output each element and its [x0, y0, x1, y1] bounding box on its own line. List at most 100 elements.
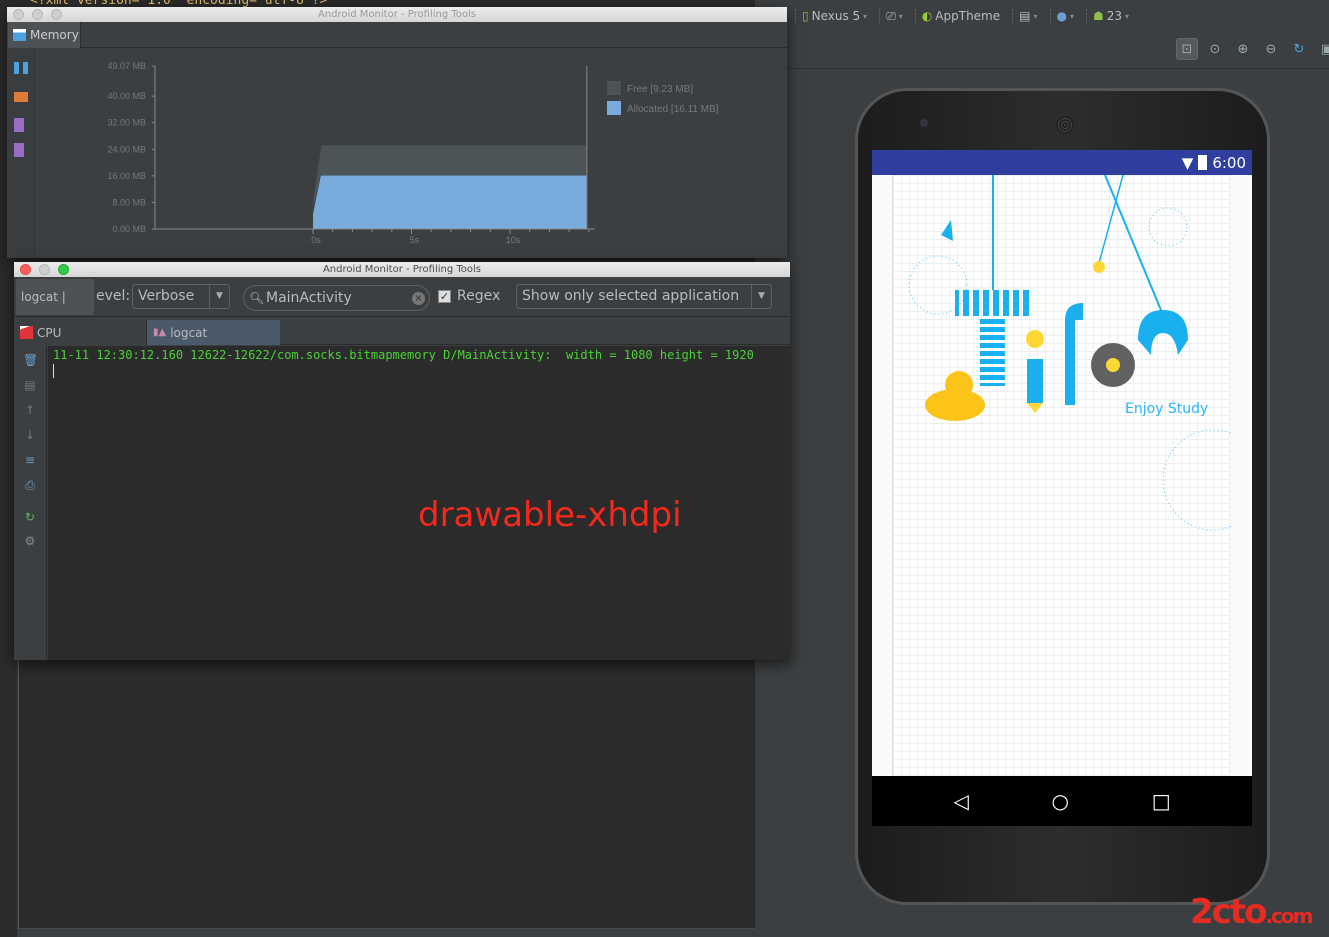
- x-tick-label: 10s: [506, 235, 521, 245]
- window-titlebar[interactable]: Android Monitor - Profiling Tools: [14, 262, 790, 277]
- wifi-icon: ▼: [1181, 153, 1194, 172]
- tab-label: CPU: [37, 325, 62, 340]
- filter-select[interactable]: Show only selected application ▼: [516, 284, 772, 309]
- chevron-down-icon: ▼: [751, 285, 771, 308]
- log-level-value: Verbose: [138, 288, 195, 304]
- allocated-area: [313, 175, 587, 229]
- logcat-window: Android Monitor - Profiling Tools logcat…: [14, 262, 790, 660]
- splash-image: Enjoy Study: [892, 175, 1231, 776]
- close-button[interactable]: [13, 9, 24, 20]
- screenshot-icon[interactable]: ▣: [1316, 38, 1329, 60]
- device-icon: ▯: [802, 9, 809, 23]
- minimize-button[interactable]: [39, 264, 50, 275]
- refresh-icon[interactable]: ↻: [1288, 38, 1310, 60]
- logcat-toolbar: 🗑︎ ▤ ↑ ↓ ≡ ⎙ ↻ ⚙: [14, 346, 47, 660]
- legend-swatch-allocated: [607, 101, 621, 115]
- search-input[interactable]: 🔍︎ MainActivity ×: [243, 285, 430, 311]
- log-level-label: evel:: [96, 288, 131, 304]
- x-tick-label: 5s: [410, 235, 420, 245]
- status-bar: ▼ 6:00: [872, 150, 1252, 175]
- back-icon[interactable]: ◁: [953, 789, 968, 813]
- checkbox-checked-icon: ✓: [438, 289, 451, 303]
- y-tick-label: 40.00 MB: [107, 91, 146, 101]
- gc-icon[interactable]: [14, 92, 28, 102]
- y-tick-label: 0.00 MB: [112, 224, 146, 234]
- watermark-logo: 2cto.com: [1190, 892, 1313, 932]
- scroll-to-end-icon[interactable]: ▤: [23, 379, 37, 391]
- logcat-icon: ▮▲: [153, 327, 167, 338]
- android-icon: ☗: [1093, 9, 1104, 23]
- arrow-up-icon[interactable]: ↑: [23, 404, 37, 416]
- log-level-select[interactable]: Verbose ▼: [132, 284, 230, 309]
- logcat-cpu-toggle[interactable]: logcat | CPU: [16, 279, 94, 340]
- text-cursor: [53, 364, 54, 378]
- chevron-down-icon: ▾: [863, 11, 868, 21]
- activity-selector[interactable]: ▤ ▾: [1012, 9, 1043, 23]
- chevron-down-icon: ▾: [1125, 11, 1130, 21]
- api-level-label: 23: [1106, 9, 1123, 23]
- tifen-logo-illustration: [908, 175, 1231, 531]
- battery-icon: [1198, 155, 1208, 170]
- zoom-button[interactable]: [51, 9, 62, 20]
- restart-icon[interactable]: ↻: [23, 511, 37, 523]
- x-tick-label: 0s: [311, 235, 321, 245]
- tab-logcat[interactable]: ▮▲ logcat: [147, 320, 280, 345]
- window-titlebar[interactable]: Android Monitor - Profiling Tools: [7, 7, 787, 22]
- y-tick-label: 8.00 MB: [112, 197, 146, 207]
- zoom-to-fit-icon[interactable]: ⊡: [1176, 38, 1198, 60]
- window-title: Android Monitor - Profiling Tools: [317, 9, 477, 20]
- tab-label: logcat: [170, 325, 208, 340]
- theme-icon: ◐: [921, 9, 933, 23]
- search-icon: 🔍︎: [249, 291, 265, 305]
- activity-icon: ▤: [1019, 9, 1031, 23]
- tab-memory[interactable]: Memory: [8, 22, 81, 48]
- home-icon[interactable]: ○: [1052, 789, 1069, 813]
- tab-cpu[interactable]: CPU: [14, 320, 147, 345]
- orientation-selector[interactable]: ⎚ ▾: [879, 8, 909, 24]
- toolbar-divider: [755, 68, 1329, 69]
- arrow-down-icon[interactable]: ↓: [23, 429, 37, 441]
- memory-monitor-window: Android Monitor - Profiling Tools Memory…: [7, 7, 787, 258]
- theme-label: AppTheme: [935, 9, 1001, 23]
- y-tick-label: 32.00 MB: [107, 118, 146, 128]
- soft-wrap-icon[interactable]: ≡: [23, 454, 37, 466]
- clock: 6:00: [1212, 153, 1246, 172]
- minimize-button[interactable]: [32, 9, 43, 20]
- speaker-grille: [1056, 116, 1074, 134]
- log-line: 11-11 12:30:12.160 12622-12622/com.socks…: [53, 348, 754, 362]
- locale-selector[interactable]: ● ▾: [1049, 9, 1081, 23]
- editor-scrollbar[interactable]: [17, 928, 755, 937]
- memory-chart: 0.00 MB 8.00 MB 16.00 MB 24.00 MB 32.00 MB 40…: [107, 61, 718, 245]
- globe-icon: ●: [1056, 9, 1067, 23]
- print-icon[interactable]: ⎙: [23, 479, 37, 491]
- window-title: Android Monitor - Profiling Tools: [322, 264, 482, 275]
- dump-heap-icon[interactable]: [14, 118, 24, 132]
- search-value: MainActivity: [266, 290, 352, 306]
- api-level-selector[interactable]: ☗ 23 ▾: [1086, 9, 1135, 23]
- device-screen[interactable]: ▼ 6:00 Enjoy Study: [872, 150, 1252, 776]
- chevron-down-icon: ▾: [898, 11, 903, 21]
- chevron-down-icon: ▼: [209, 285, 229, 308]
- zoom-in-icon[interactable]: ⊕: [1232, 38, 1254, 60]
- y-tick-label: 49.07 MB: [107, 61, 146, 71]
- allocation-tracking-icon[interactable]: [14, 143, 24, 157]
- regex-checkbox[interactable]: ✓ Regex: [438, 288, 500, 304]
- zoom-button[interactable]: [58, 264, 69, 275]
- clear-search-icon[interactable]: ×: [412, 292, 425, 305]
- device-selector[interactable]: ▯ Nexus 5 ▾: [795, 9, 873, 23]
- trash-icon[interactable]: 🗑︎: [23, 354, 38, 366]
- zoom-out-icon[interactable]: ⊖: [1260, 38, 1282, 60]
- zoom-actual-size-icon[interactable]: ⊙: [1204, 38, 1226, 60]
- theme-selector[interactable]: ◐ AppTheme: [914, 9, 1006, 23]
- code-editor[interactable]: [17, 660, 755, 937]
- pause-icon[interactable]: [14, 62, 28, 74]
- rotate-screen-icon: ⎚: [886, 8, 896, 23]
- gear-icon[interactable]: ⚙: [23, 535, 37, 547]
- chevron-down-icon: ▾: [1033, 11, 1038, 21]
- front-camera: [920, 119, 928, 127]
- memory-toolbar: [7, 48, 35, 258]
- recents-icon[interactable]: □: [1152, 789, 1171, 813]
- y-tick-label: 16.00 MB: [107, 171, 146, 181]
- navigation-bar: ◁ ○ □: [872, 776, 1252, 826]
- close-button[interactable]: [20, 264, 31, 275]
